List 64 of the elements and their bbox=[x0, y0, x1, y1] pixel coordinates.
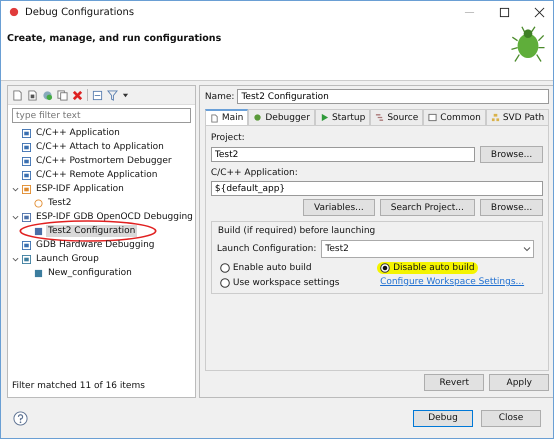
delete-icon[interactable] bbox=[72, 90, 83, 100]
tree-item[interactable]: GDB Hardware Debugging bbox=[34, 239, 156, 251]
browse-button[interactable]: Browse... bbox=[480, 146, 544, 163]
tree-item[interactable]: C/C++ Attach to Application bbox=[34, 141, 166, 153]
config-icon bbox=[34, 226, 43, 236]
duplicate-icon[interactable] bbox=[57, 90, 68, 100]
window-title: Debug Configurations bbox=[25, 6, 134, 18]
dialog-button[interactable]: Close bbox=[481, 410, 541, 426]
dialog-button[interactable]: Debug bbox=[413, 410, 473, 426]
close-icon[interactable] bbox=[534, 6, 545, 18]
filter-status: Filter matched 11 of 16 items bbox=[11, 380, 146, 393]
launch-configuration-label: Launch Configuration: bbox=[216, 244, 316, 254]
tree-item[interactable]: Launch Group bbox=[34, 253, 101, 265]
play-icon bbox=[320, 113, 329, 122]
configure-workspace-link[interactable]: Configure Workspace Settings... bbox=[377, 277, 538, 289]
launch-configuration-dropdown[interactable]: Test2 bbox=[321, 240, 534, 258]
source-icon bbox=[375, 113, 384, 122]
panel-button[interactable]: Apply bbox=[489, 374, 550, 391]
application-label: C/C++ Application: bbox=[210, 168, 299, 178]
new-prototype-icon[interactable] bbox=[27, 90, 38, 100]
tab[interactable]: Debugger bbox=[248, 109, 315, 125]
tab[interactable]: Source bbox=[370, 109, 424, 125]
radio-button[interactable] bbox=[220, 263, 230, 273]
application-field[interactable]: ${default_app} bbox=[210, 181, 544, 196]
radio-button[interactable] bbox=[220, 278, 230, 288]
config-icon bbox=[34, 268, 43, 278]
dropdown-icon[interactable] bbox=[122, 92, 129, 98]
tab[interactable]: Main bbox=[204, 109, 248, 125]
document-icon bbox=[210, 114, 219, 122]
tree-item[interactable]: New_configuration bbox=[46, 267, 134, 279]
radio-label[interactable]: Enable auto build bbox=[232, 263, 312, 273]
action-button[interactable]: Search Project... bbox=[380, 199, 475, 216]
tree-item[interactable]: ESP-IDF GDB OpenOCD Debugging bbox=[34, 211, 195, 223]
action-button[interactable]: Variables... bbox=[303, 199, 375, 216]
config-icon bbox=[34, 198, 43, 208]
name-label: Name: bbox=[204, 92, 234, 102]
config-type-icon bbox=[22, 212, 31, 222]
filter-icon[interactable] bbox=[107, 90, 118, 100]
tree-item[interactable]: C/C++ Remote Application bbox=[34, 169, 160, 181]
name-field[interactable]: Test2 Configuration bbox=[237, 89, 550, 104]
tab[interactable]: SVD Path bbox=[486, 109, 550, 125]
tree-item[interactable]: Test2 bbox=[46, 197, 74, 209]
collapse-all-icon[interactable] bbox=[92, 90, 103, 100]
radio-label[interactable]: Use workspace settings bbox=[232, 278, 340, 288]
window-icon bbox=[428, 113, 438, 122]
chevron-down-icon[interactable] bbox=[523, 245, 532, 253]
project-field[interactable]: Test2 bbox=[210, 147, 475, 162]
tree-item[interactable]: Test2 Configuration bbox=[46, 225, 138, 237]
filter-field[interactable]: type filter text bbox=[12, 108, 191, 123]
tree-item[interactable]: C/C++ Postmortem Debugger bbox=[34, 155, 174, 167]
maximize-icon[interactable] bbox=[499, 6, 510, 18]
new-icon[interactable] bbox=[12, 90, 23, 100]
tab[interactable]: Common bbox=[423, 109, 486, 125]
action-button[interactable]: Browse... bbox=[480, 199, 544, 216]
header-title: Create, manage, and run configurations bbox=[7, 33, 222, 44]
project-label: Project: bbox=[210, 133, 246, 143]
help-icon[interactable] bbox=[13, 410, 28, 426]
tree-item[interactable]: ESP-IDF Application bbox=[34, 183, 126, 195]
hierarchy-icon bbox=[490, 113, 500, 122]
group-title: Build (if required) before launching bbox=[218, 226, 376, 236]
panel-button[interactable]: Revert bbox=[424, 374, 484, 391]
radio-button[interactable] bbox=[380, 263, 390, 273]
tab[interactable]: Startup bbox=[314, 109, 370, 125]
tree-item[interactable]: C/C++ Application bbox=[34, 127, 122, 139]
